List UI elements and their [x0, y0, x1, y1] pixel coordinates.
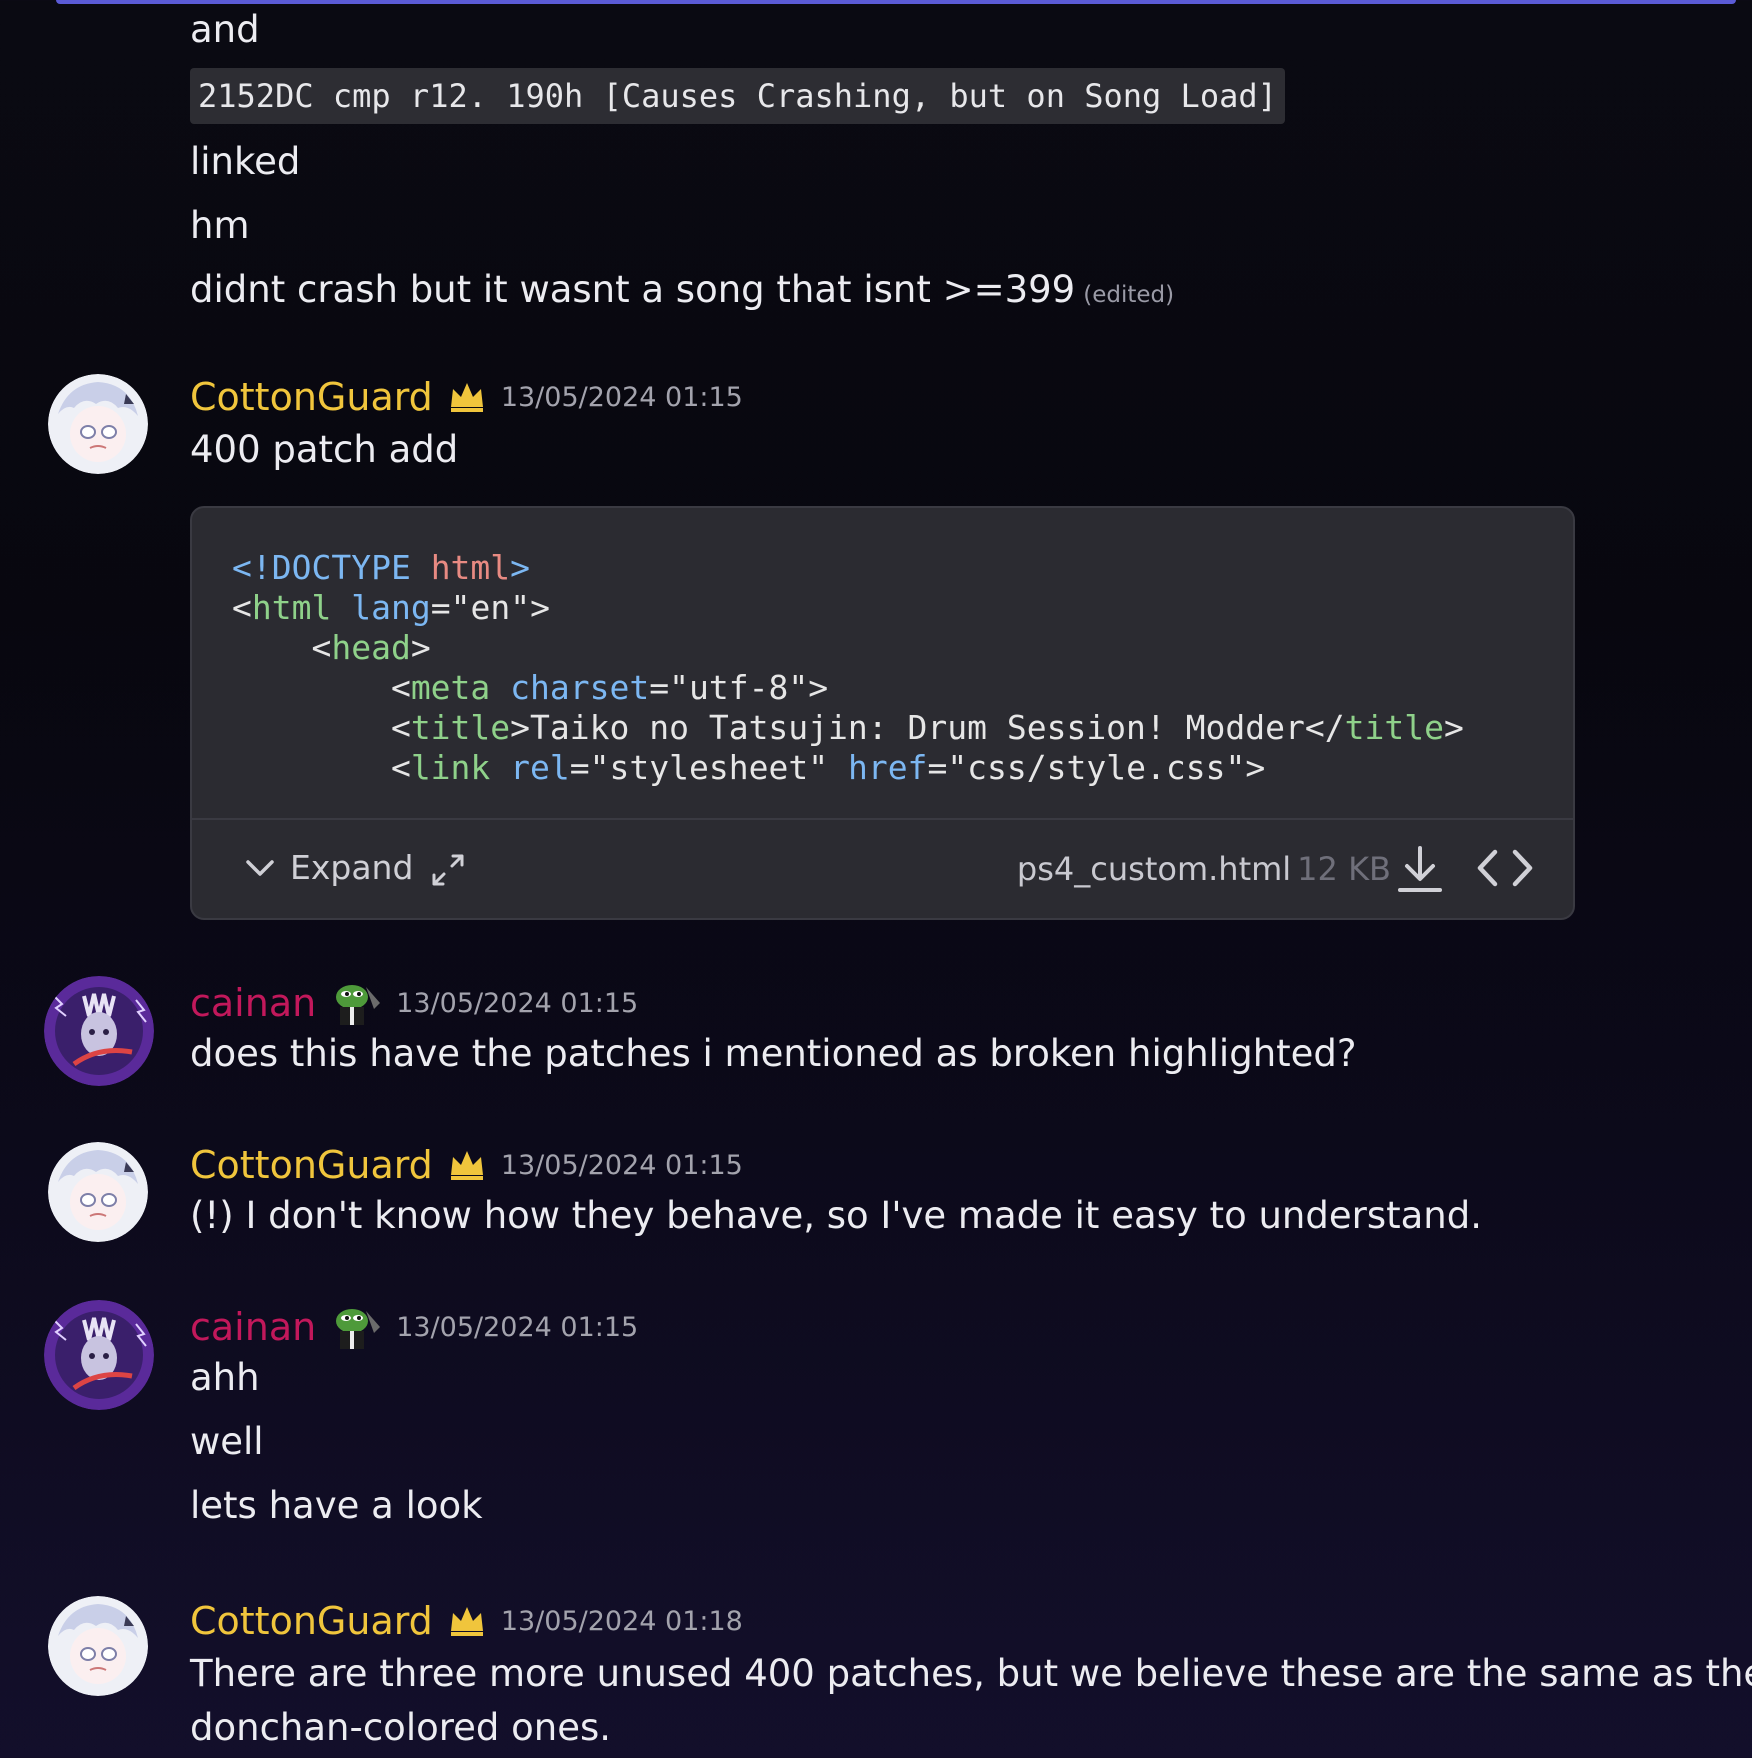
message-line-edited: didnt crash but it wasnt a song that isn… — [190, 268, 1174, 317]
code-line: <meta charset="utf-8"> — [232, 668, 829, 707]
avatar-cainan[interactable] — [44, 1300, 154, 1410]
avatar-cainan[interactable] — [44, 976, 154, 1086]
timestamp[interactable]: 13/05/2024 01:15 — [396, 988, 638, 1019]
code-line: <title>Taiko no Tatsujin: Drum Session! … — [232, 708, 1464, 747]
pepe-emoji-icon — [330, 1303, 382, 1351]
message-header: cainan 13/05/2024 01:15 — [190, 1304, 638, 1350]
chevron-down-icon — [246, 859, 274, 876]
expand-arrows-icon[interactable] — [428, 850, 468, 890]
code-file-attachment: <!DOCTYPE html> <html lang="en"> <head> … — [190, 506, 1575, 920]
crown-icon — [447, 377, 487, 417]
timestamp[interactable]: 13/05/2024 01:15 — [396, 1312, 638, 1343]
message-header: CottonGuard 13/05/2024 01:15 — [190, 374, 743, 420]
message-text: There are three more unused 400 patches,… — [190, 1652, 1752, 1695]
crown-icon — [447, 1145, 487, 1185]
file-size: 12 KB — [1297, 850, 1391, 888]
expand-button[interactable]: Expand — [242, 848, 413, 887]
file-name[interactable]: ps4_custom.html — [1017, 850, 1291, 888]
author-name[interactable]: CottonGuard — [190, 1599, 433, 1643]
message-line: and — [190, 8, 260, 51]
message-text: well — [190, 1420, 264, 1463]
message-line: linked — [190, 140, 301, 183]
unread-accent-bar — [56, 0, 1736, 4]
timestamp[interactable]: 13/05/2024 01:18 — [501, 1606, 743, 1637]
expand-label: Expand — [290, 848, 414, 887]
edited-label: (edited) — [1083, 282, 1175, 308]
message-text: does this have the patches i mentioned a… — [190, 1032, 1357, 1075]
avatar-cottonguard[interactable] — [48, 1596, 148, 1696]
timestamp[interactable]: 13/05/2024 01:15 — [501, 1150, 743, 1181]
message-header: CottonGuard 13/05/2024 01:15 — [190, 1142, 743, 1188]
message-text: (!) I don't know how they behave, so I'v… — [190, 1194, 1482, 1237]
author-name[interactable]: CottonGuard — [190, 375, 433, 419]
message-text: lets have a look — [190, 1484, 483, 1527]
timestamp[interactable]: 13/05/2024 01:15 — [501, 382, 743, 413]
code-line: <!DOCTYPE html> — [232, 548, 531, 587]
code-line: <link rel="stylesheet" href="css/style.c… — [232, 748, 1266, 787]
file-info: ps4_custom.html 12 KB — [1017, 850, 1391, 888]
attachment-footer: Expand ps4_custom.html 12 KB — [192, 818, 1573, 918]
avatar-cottonguard[interactable] — [48, 1142, 148, 1242]
download-icon[interactable] — [1395, 844, 1445, 896]
message-text: ahh — [190, 1356, 260, 1399]
avatar-cottonguard[interactable] — [48, 374, 148, 474]
inline-code: 2152DC cmp r12. 190h [Causes Crashing, b… — [190, 68, 1285, 124]
crown-icon — [447, 1601, 487, 1641]
message-header: CottonGuard 13/05/2024 01:18 — [190, 1598, 743, 1644]
author-name[interactable]: cainan — [190, 1305, 316, 1349]
message-text: didnt crash but it wasnt a song that isn… — [190, 268, 1076, 311]
message-header: cainan 13/05/2024 01:15 — [190, 980, 638, 1026]
code-line: <html lang="en"> — [232, 588, 550, 627]
pepe-emoji-icon — [330, 979, 382, 1027]
author-name[interactable]: cainan — [190, 981, 316, 1025]
message-text: 400 patch add — [190, 428, 459, 471]
message-text: donchan-colored ones. — [190, 1706, 612, 1749]
message-line: hm — [190, 204, 250, 247]
author-name[interactable]: CottonGuard — [190, 1143, 433, 1187]
code-preview: <!DOCTYPE html> <html lang="en"> <head> … — [232, 548, 1464, 788]
code-brackets-icon[interactable] — [1475, 846, 1535, 890]
code-line: <head> — [232, 628, 431, 667]
